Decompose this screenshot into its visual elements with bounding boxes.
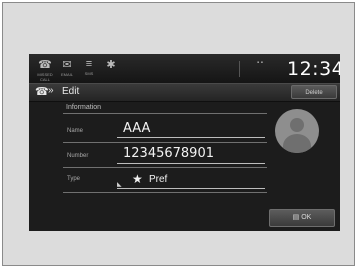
number-field-underline	[117, 163, 265, 164]
ok-button[interactable]: ▤ OK	[269, 209, 335, 227]
status-divider	[239, 61, 240, 77]
number-label: Number	[67, 153, 89, 159]
page-title: Edit	[62, 86, 80, 97]
bluetooth-icon: ✱	[106, 59, 116, 71]
email-icon: ✉ EMAIL	[60, 59, 73, 77]
type-field-underline	[117, 188, 265, 189]
missed-call-icon: ☎ MISSED CALL	[37, 59, 53, 82]
avatar-head	[290, 118, 304, 132]
chevron-icon: »	[48, 85, 54, 96]
row-divider	[63, 142, 267, 143]
signal-indicator: ▪ ▪	[257, 60, 263, 66]
device-screen: ☎ MISSED CALL ✉ EMAIL ≡ SMS ✱ ▪ ▪ 12:34 …	[29, 54, 340, 231]
name-field[interactable]: AAA	[123, 121, 150, 136]
section-label: Information	[66, 104, 102, 111]
sms-label: SMS	[84, 71, 94, 76]
email-label: EMAIL	[60, 72, 73, 77]
delete-button[interactable]: Delete	[291, 85, 337, 99]
name-field-underline	[117, 137, 265, 138]
missed-call-label: MISSED CALL	[37, 72, 53, 82]
type-label: Type	[67, 176, 81, 182]
contact-avatar[interactable]	[275, 109, 319, 153]
row-divider	[63, 192, 267, 193]
name-label: Name	[67, 128, 84, 134]
type-dropdown-marker-icon: ◣	[117, 182, 122, 188]
title-bar: ☎ » Edit Delete	[29, 83, 340, 102]
number-field[interactable]: 12345678901	[123, 146, 214, 161]
clock: 12:34	[287, 58, 340, 80]
sms-icon: ≡ SMS	[81, 58, 97, 78]
star-icon: ★	[132, 172, 143, 186]
type-field[interactable]: Pref	[149, 174, 167, 185]
status-bar: ☎ MISSED CALL ✉ EMAIL ≡ SMS ✱ ▪ ▪ 12:34	[29, 54, 340, 83]
row-divider	[63, 167, 267, 168]
avatar-body	[283, 134, 311, 153]
section-divider	[63, 113, 267, 114]
page-frame: ☎ MISSED CALL ✉ EMAIL ≡ SMS ✱ ▪ ▪ 12:34 …	[2, 2, 355, 266]
phone-icon: ☎	[35, 86, 49, 98]
